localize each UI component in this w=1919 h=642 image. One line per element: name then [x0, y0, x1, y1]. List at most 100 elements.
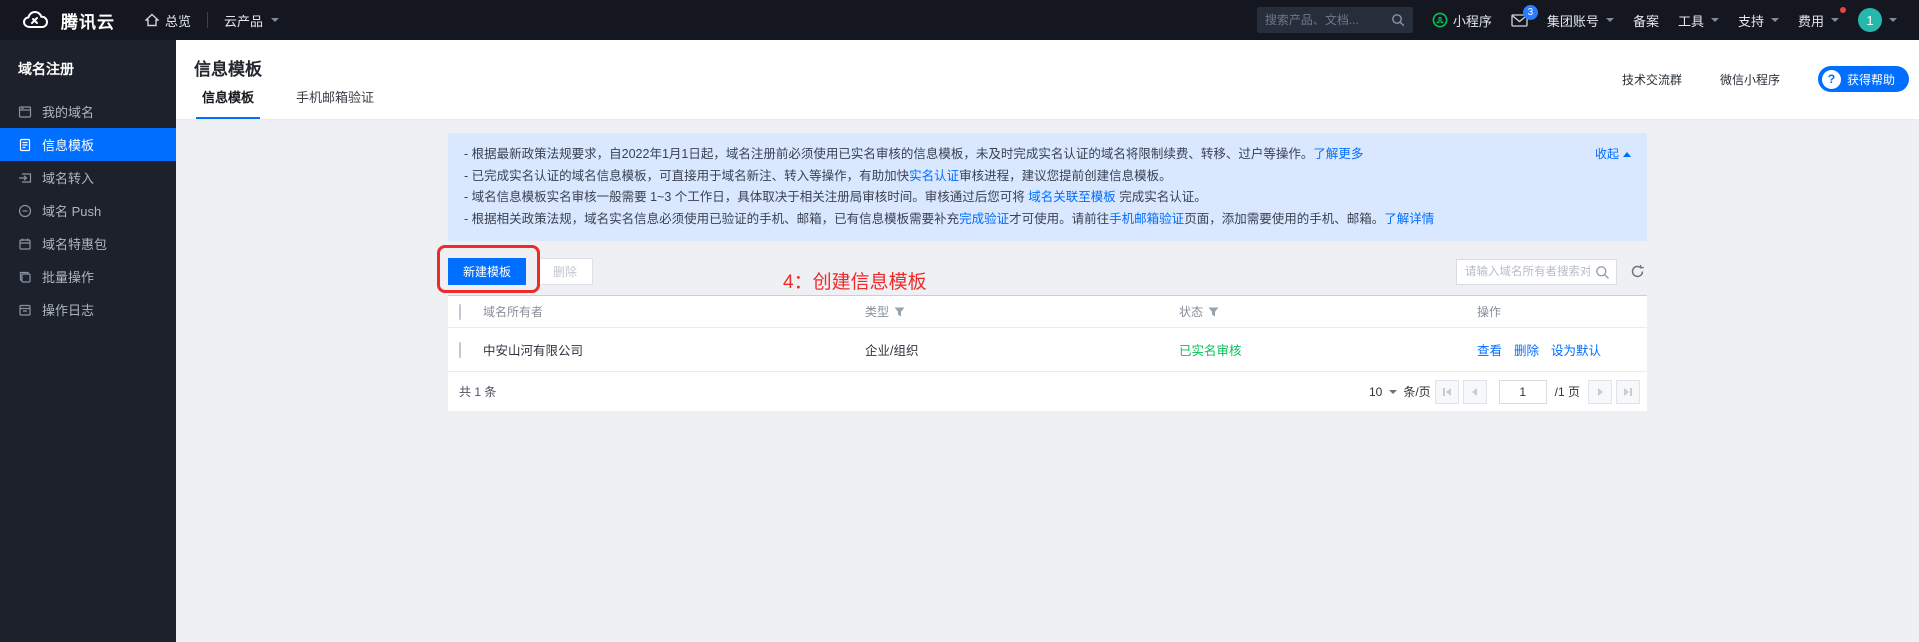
beian-menu[interactable]: 备案 — [1633, 11, 1659, 30]
table-row: 中安山河有限公司 企业/组织 已实名审核 查看 删除 设为默认 — [448, 328, 1647, 372]
batch-operation-icon — [18, 270, 32, 284]
chevron-down-icon — [1606, 18, 1614, 22]
delete-button[interactable]: 删除 — [537, 258, 593, 285]
notice-banner: - 根据最新政策法规要求，自2022年1月1日起，域名注册前必须使用已实名审核的… — [448, 133, 1647, 241]
info-template-icon — [18, 138, 32, 152]
chevron-down-icon — [1711, 18, 1719, 22]
main-area: 信息模板 信息模板 手机邮箱验证 技术交流群 微信小程序 ? 获得帮助 - 根据… — [176, 40, 1919, 642]
row-status-badge: 已实名审核 — [1179, 340, 1477, 359]
create-template-button[interactable]: 新建模板 — [448, 258, 526, 285]
owner-search-box[interactable] — [1456, 259, 1617, 285]
search-icon[interactable] — [1595, 265, 1610, 280]
tab-info-template[interactable]: 信息模板 — [196, 87, 260, 119]
sidebar-item-batch-operation[interactable]: 批量操作 — [0, 260, 176, 293]
miniprogram-menu[interactable]: 小程序 — [1432, 11, 1492, 30]
sidebar-item-my-domains[interactable]: 我的域名 — [0, 95, 176, 128]
delete-action-link[interactable]: 删除 — [1514, 340, 1539, 359]
search-icon[interactable] — [1391, 13, 1405, 27]
owner-search-input[interactable] — [1457, 260, 1616, 284]
chevron-down-icon — [271, 18, 279, 22]
nav-cloud-products-label: 云产品 — [224, 11, 263, 30]
tools-label: 工具 — [1678, 11, 1704, 30]
tools-menu[interactable]: 工具 — [1678, 11, 1719, 30]
tech-group-link[interactable]: 技术交流群 — [1622, 71, 1682, 88]
row-actions: 查看 删除 设为默认 — [1477, 340, 1647, 359]
page-size-unit: 条/页 — [1403, 383, 1430, 400]
miniprogram-icon — [1432, 12, 1448, 28]
select-all-checkbox[interactable] — [459, 304, 461, 320]
refresh-icon — [1630, 264, 1645, 279]
notice-line: - 根据最新政策法规要求，自2022年1月1日起，域名注册前必须使用已实名审核的… — [464, 144, 1497, 166]
cloud-logo-icon — [22, 10, 52, 30]
topbar-nav: 总览 云产品 — [129, 0, 295, 40]
beian-label: 备案 — [1633, 11, 1659, 30]
status-filter-icon[interactable] — [1208, 307, 1219, 317]
tab-phone-email-verify[interactable]: 手机邮箱验证 — [290, 87, 380, 119]
set-default-action-link[interactable]: 设为默认 — [1551, 340, 1601, 359]
topbar: 腾讯云 总览 云产品 — [0, 0, 1919, 40]
nav-overview[interactable]: 总览 — [129, 0, 207, 40]
chevron-up-icon — [1623, 152, 1631, 157]
sidebar-item-domain-push[interactable]: 域名 Push — [0, 194, 176, 227]
sidebar-item-label: 信息模板 — [42, 135, 94, 154]
refresh-button[interactable] — [1627, 262, 1647, 282]
miniprogram-label: 小程序 — [1453, 11, 1492, 30]
first-page-icon — [1446, 388, 1451, 396]
group-account-menu[interactable]: 集团账号 — [1547, 11, 1614, 30]
topbar-search[interactable] — [1257, 7, 1413, 33]
wechat-miniprogram-link[interactable]: 微信小程序 — [1720, 71, 1780, 88]
app-root: 腾讯云 总览 云产品 — [0, 0, 1919, 642]
row-type: 企业/组织 — [865, 340, 1179, 359]
message-center[interactable]: 3 — [1511, 14, 1528, 27]
row-checkbox[interactable] — [459, 342, 461, 358]
prev-page-button[interactable] — [1463, 380, 1487, 404]
page-number-input[interactable] — [1499, 380, 1547, 404]
phone-email-verify-link[interactable]: 手机邮箱验证 — [1109, 212, 1184, 226]
tab-bar: 信息模板 手机邮箱验证 — [196, 87, 380, 119]
sidebar-item-info-template[interactable]: 信息模板 — [0, 128, 176, 161]
associate-template-link[interactable]: 域名关联至模板 — [1028, 190, 1116, 204]
brand-logo[interactable]: 腾讯云 — [22, 8, 115, 33]
chevron-down-icon — [1389, 390, 1397, 394]
col-header-type: 类型 — [865, 303, 1179, 320]
sidebar-item-domain-package[interactable]: 域名特惠包 — [0, 227, 176, 260]
view-action-link[interactable]: 查看 — [1477, 340, 1502, 359]
nav-cloud-products[interactable]: 云产品 — [208, 0, 295, 40]
toolbar: 新建模板 删除 4：创建信息模板 — [448, 258, 1647, 285]
type-filter-icon[interactable] — [894, 307, 905, 317]
next-page-button[interactable] — [1588, 380, 1612, 404]
topbar-right: 小程序 3 集团账号 备案 工具 — [1257, 0, 1897, 40]
sidebar-item-operation-log[interactable]: 操作日志 — [0, 293, 176, 326]
learn-more-link[interactable]: 了解更多 — [1313, 147, 1363, 161]
billing-notification-dot — [1840, 7, 1846, 13]
domain-transfer-icon — [18, 171, 32, 185]
billing-menu[interactable]: 费用 — [1798, 11, 1839, 30]
page-size-select[interactable]: 10 — [1369, 385, 1397, 399]
get-help-button[interactable]: ? 获得帮助 — [1818, 66, 1909, 92]
total-pages-label: /1 页 — [1555, 383, 1580, 400]
support-menu[interactable]: 支持 — [1738, 11, 1779, 30]
last-page-button[interactable] — [1616, 380, 1640, 404]
learn-detail-link[interactable]: 了解详情 — [1384, 212, 1434, 226]
sidebar-title: 域名注册 — [0, 40, 176, 95]
nav-overview-label: 总览 — [165, 11, 191, 30]
home-icon — [145, 13, 159, 27]
avatar[interactable]: 1 — [1858, 8, 1882, 32]
real-name-auth-link[interactable]: 实名认证 — [909, 169, 959, 183]
domain-push-icon — [18, 204, 32, 218]
notice-line: - 域名信息模板实名审核一般需要 1~3 个工作日，具体取决于相关注册局审核时间… — [464, 187, 1497, 209]
billing-label: 费用 — [1798, 11, 1824, 30]
first-page-button[interactable] — [1435, 380, 1459, 404]
account-menu[interactable]: 1 — [1858, 8, 1897, 32]
notice-line: - 已完成实名认证的域名信息模板，可直接用于域名新注、转入等操作，有助加快实名认… — [464, 166, 1497, 188]
support-label: 支持 — [1738, 11, 1764, 30]
sidebar-item-label: 域名特惠包 — [42, 234, 107, 253]
complete-verify-link[interactable]: 完成验证 — [959, 212, 1009, 226]
sidebar-item-domain-transfer[interactable]: 域名转入 — [0, 161, 176, 194]
collapse-notice-button[interactable]: 收起 — [1595, 144, 1631, 166]
page-header: 信息模板 信息模板 手机邮箱验证 技术交流群 微信小程序 ? 获得帮助 — [176, 40, 1919, 120]
col-header-status: 状态 — [1179, 303, 1477, 320]
topbar-search-input[interactable] — [1265, 13, 1391, 27]
toolbar-right — [1456, 259, 1647, 285]
brand-name: 腾讯云 — [61, 8, 115, 33]
